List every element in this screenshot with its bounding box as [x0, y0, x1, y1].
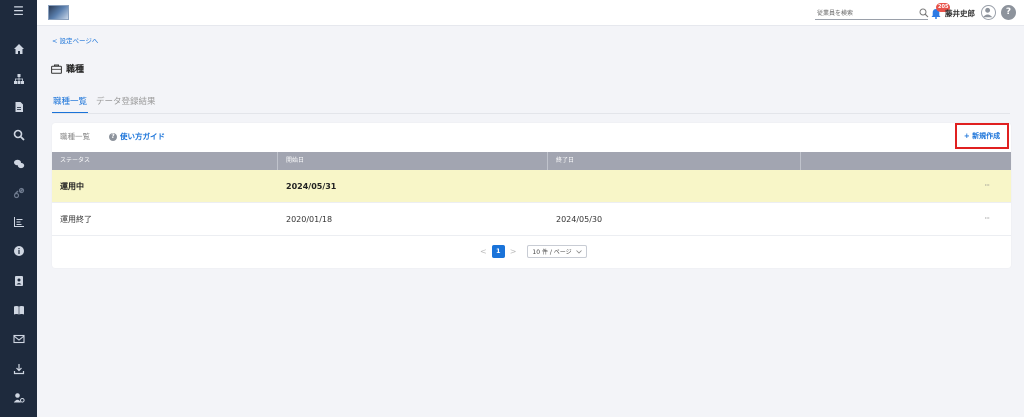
top-bar: 205 藤井史郎 ?: [37, 0, 1024, 26]
more-options-icon[interactable]: ···: [984, 214, 990, 223]
info-icon[interactable]: [10, 242, 27, 259]
download-icon[interactable]: [10, 360, 27, 377]
document-icon[interactable]: [10, 98, 27, 115]
page-size-select[interactable]: 10 件 / ページ: [527, 245, 587, 258]
employee-search-input[interactable]: [817, 7, 915, 19]
list-label: 職種一覧: [60, 132, 90, 141]
more-options-icon[interactable]: ···: [984, 181, 990, 190]
page-title: 職種: [66, 65, 85, 75]
column-header-start-date[interactable]: 開始日: [278, 152, 548, 170]
tab-data-import-results[interactable]: データ登録結果: [95, 94, 157, 114]
next-page-button[interactable]: >: [510, 247, 517, 256]
book-icon[interactable]: [10, 301, 27, 318]
page-title-area: 職種: [51, 62, 84, 75]
user-settings-icon[interactable]: [10, 389, 27, 406]
briefcase-icon: [51, 64, 62, 74]
end-date-cell: 2024/05/30: [556, 214, 603, 224]
search-icon[interactable]: [10, 126, 27, 143]
menu-icon[interactable]: ☰: [10, 2, 27, 19]
contact-book-icon[interactable]: [10, 272, 27, 289]
column-header-actions: [801, 152, 1011, 170]
sidebar: ☰: [0, 0, 37, 417]
avatar[interactable]: [981, 5, 996, 20]
org-chart-icon[interactable]: [10, 70, 27, 87]
usage-guide-link[interactable]: ? 使い方ガイド: [109, 131, 165, 142]
table-header: ステータス 開始日 終了日: [52, 152, 1011, 170]
table-row[interactable]: 運用中 2024/05/31 ···: [52, 170, 1011, 203]
start-date-cell: 2024/05/31: [286, 181, 337, 191]
column-header-status[interactable]: ステータス: [52, 152, 278, 170]
page-1-button[interactable]: 1: [491, 245, 505, 258]
bar-chart-icon[interactable]: [10, 213, 27, 230]
question-icon: ?: [109, 132, 117, 141]
pagination: < 1 > 10 件 / ページ: [480, 245, 587, 258]
table-row[interactable]: 運用終了 2020/01/18 2024/05/30 ···: [52, 203, 1011, 236]
status-cell: 運用終了: [60, 214, 92, 224]
job-type-card: 職種一覧 ? 使い方ガイド + 新規作成 ステータス 開始日 終了日 運用中 2…: [52, 123, 1011, 268]
status-cell: 運用中: [60, 181, 84, 191]
usage-guide-label: 使い方ガイド: [120, 132, 165, 141]
employee-search: [815, 7, 929, 20]
prev-page-button[interactable]: <: [480, 247, 487, 256]
chat-icon[interactable]: [10, 155, 27, 172]
help-button[interactable]: ?: [1001, 5, 1016, 20]
chevron-down-icon: [575, 249, 582, 254]
start-date-cell: 2020/01/18: [286, 214, 333, 224]
mail-icon[interactable]: [10, 330, 27, 347]
page-size-label: 10 件 / ページ: [532, 249, 572, 256]
column-header-end-date[interactable]: 終了日: [548, 152, 801, 170]
user-avatar-icon: [982, 7, 993, 18]
tab-divider: [52, 113, 1010, 114]
company-logo[interactable]: [48, 5, 69, 20]
link-icon[interactable]: [10, 184, 27, 201]
search-icon[interactable]: [919, 8, 929, 18]
home-icon[interactable]: [10, 40, 27, 57]
tab-job-type-list[interactable]: 職種一覧: [52, 94, 89, 114]
back-to-settings-link[interactable]: < 設定ページへ: [52, 35, 98, 45]
tab-bar: 職種一覧 データ登録結果: [52, 94, 157, 114]
create-new-button[interactable]: + 新規作成: [955, 123, 1009, 149]
user-name[interactable]: 藤井史郎: [945, 8, 975, 19]
